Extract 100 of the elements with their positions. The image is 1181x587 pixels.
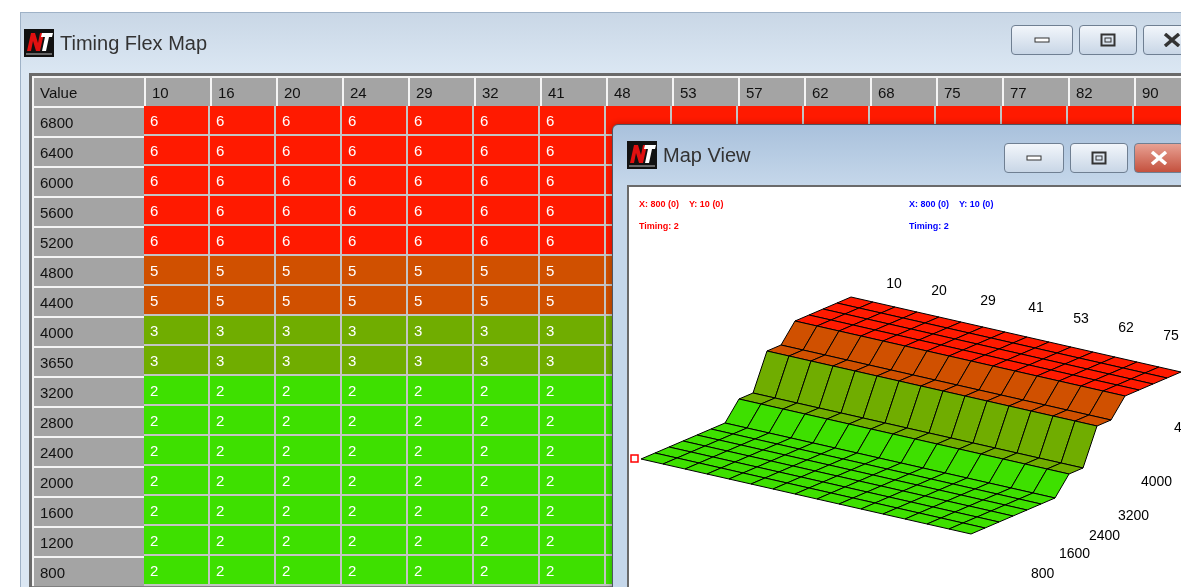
table-cell: 5 [144,286,210,316]
table-cell: 5 [408,286,474,316]
minimize-icon [1034,37,1050,43]
restore-icon [1091,151,1107,165]
table-cell: 6 [540,166,606,196]
table-cell: 2 [474,436,540,466]
table-cell: 2 [474,376,540,406]
table-cell: 2 [276,376,342,406]
table-cell: 6 [276,166,342,196]
table-cell: 6 [144,136,210,166]
table-cell: 5 [540,256,606,286]
table-cell: 3 [408,346,474,376]
column-header: 82 [1068,76,1134,106]
row-header: 1200 [32,526,144,556]
axis-label: 20 [931,281,947,298]
axis-label: 1600 [1059,544,1091,561]
column-header: 29 [408,76,474,106]
window-title: Map View [663,143,751,167]
row-header: 3650 [32,346,144,376]
table-cell: 2 [276,406,342,436]
nt-logo-icon [24,29,54,57]
table-cell: 6 [210,136,276,166]
table-cell: 6 [210,166,276,196]
row-header: 4800 [32,256,144,286]
column-header: 10 [144,76,210,106]
table-cell: 3 [540,316,606,346]
table-cell: 6 [144,226,210,256]
minimize-icon [1026,155,1042,161]
close-icon [1163,33,1181,47]
maximize-button[interactable] [1079,25,1137,55]
table-cell: 6 [144,196,210,226]
row-header: 4400 [32,286,144,316]
table-cell: 6 [408,166,474,196]
column-header: 57 [738,76,804,106]
table-cell: 6 [474,166,540,196]
axis-label: 10 [886,274,902,291]
axis-label: 75 [1163,326,1179,343]
table-cell: 2 [540,466,606,496]
table-cell: 6 [474,106,540,136]
axis-label: 53 [1073,309,1089,326]
table-cell: 5 [408,256,474,286]
table-cell: 5 [210,256,276,286]
table-cell: 2 [210,436,276,466]
column-header: 75 [936,76,1002,106]
column-header: 68 [870,76,936,106]
row-header: 6400 [32,136,144,166]
row-header: 6000 [32,166,144,196]
column-header: 24 [342,76,408,106]
axis-label: 41 [1028,298,1044,315]
table-cell: 6 [342,226,408,256]
table-cell: 2 [474,466,540,496]
y-readout: Y: 10 (0) [689,199,724,209]
table-cell: 6 [276,196,342,226]
table-cell: 2 [144,526,210,556]
table-cell: 2 [342,526,408,556]
table-cell: 2 [276,556,342,586]
table-cell: 3 [540,346,606,376]
table-cell: 2 [144,496,210,526]
table-cell: 6 [540,106,606,136]
table-cell: 6 [276,106,342,136]
table-cell: 6 [342,106,408,136]
table-cell: 2 [342,436,408,466]
table-cell: 2 [144,406,210,436]
table-cell: 2 [474,496,540,526]
table-cell: 2 [408,556,474,586]
table-cell: 6 [474,226,540,256]
table-cell: 6 [342,196,408,226]
table-cell: 2 [540,406,606,436]
table-cell: 3 [144,316,210,346]
table-cell: 5 [276,286,342,316]
table-cell: 2 [540,496,606,526]
table-cell: 2 [210,496,276,526]
maximize-button[interactable] [1070,143,1128,173]
table-cell: 3 [474,346,540,376]
minimize-button[interactable] [1004,143,1064,173]
cursor-marker-icon [630,454,639,463]
table-cell: 6 [210,106,276,136]
table-cell: 3 [408,316,474,346]
restore-icon [1100,33,1116,47]
table-cell: 6 [342,166,408,196]
axis-label: 4 [1174,418,1181,435]
row-header: 2400 [32,436,144,466]
table-cell: 2 [408,406,474,436]
table-cell: 2 [210,556,276,586]
minimize-button[interactable] [1011,25,1073,55]
axis-label: 62 [1118,318,1134,335]
table-cell: 5 [342,286,408,316]
table-cell: 2 [276,526,342,556]
timing-readout: Timing: 2 [909,221,949,231]
table-cell: 6 [210,226,276,256]
table-cell: 2 [342,376,408,406]
table-cell: 2 [276,436,342,466]
table-cell: 5 [276,256,342,286]
column-header: 32 [474,76,540,106]
table-cell: 6 [540,136,606,166]
table-cell: 3 [342,316,408,346]
table-cell: 3 [276,346,342,376]
row-header: 2000 [32,466,144,496]
table-cell: 2 [144,466,210,496]
column-header: 77 [1002,76,1068,106]
